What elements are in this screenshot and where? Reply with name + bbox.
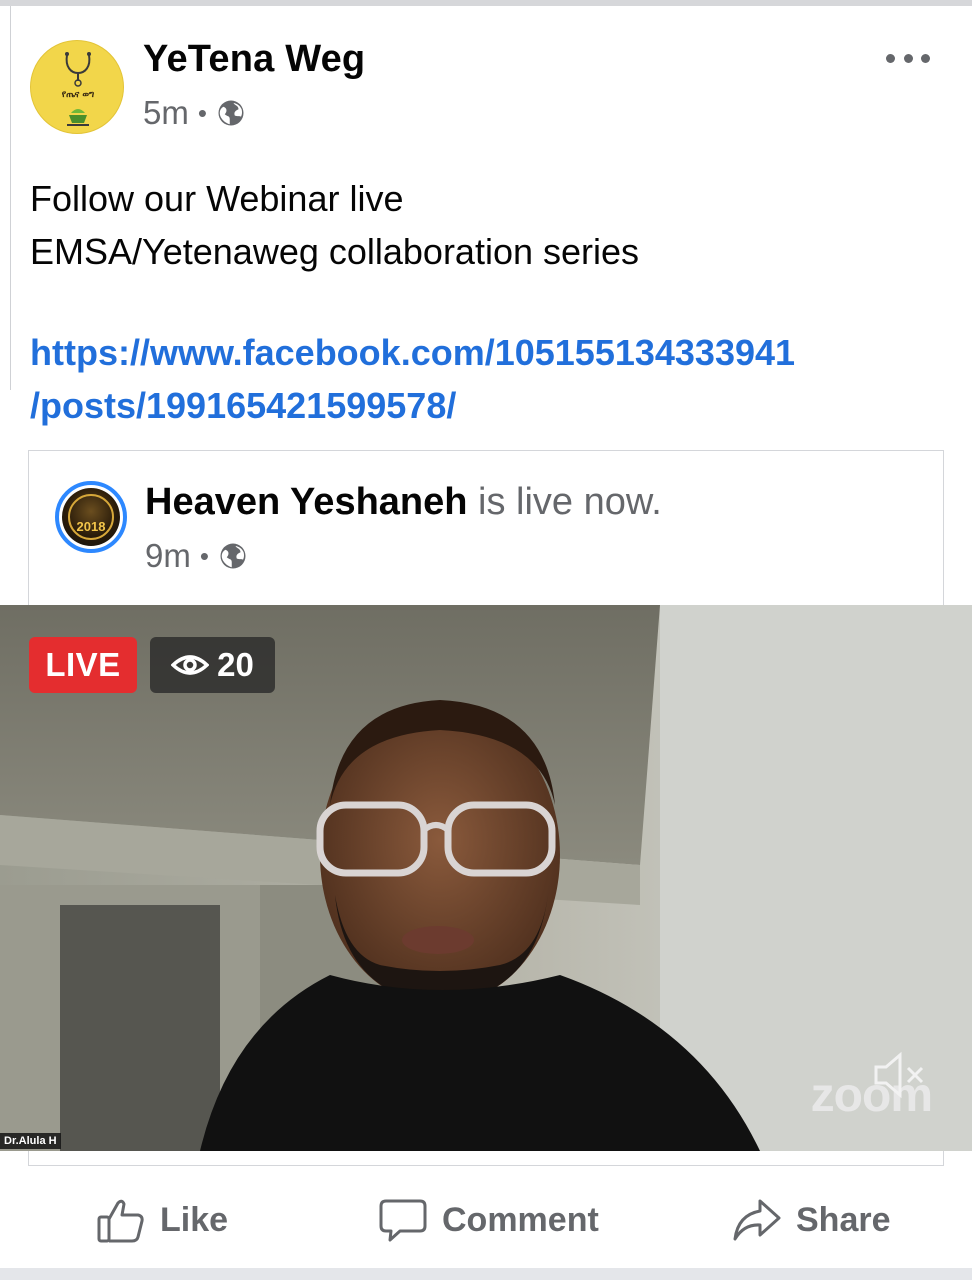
- page-avatar[interactable]: የጤና ወግ: [30, 40, 124, 134]
- post-link-line: https://www.facebook.com/105155134333941: [30, 332, 796, 373]
- dot: [903, 53, 913, 63]
- viewer-count-badge: 20: [150, 637, 275, 693]
- more-options-icon[interactable]: [886, 46, 930, 70]
- stethoscope-cup-logo-icon: የጤና ወግ: [62, 52, 95, 126]
- post-link-line: /posts/199165421599578/: [30, 385, 457, 426]
- muted-speaker-icon[interactable]: [872, 1051, 928, 1099]
- shared-title: Heaven Yeshaneh is live now.: [145, 481, 662, 524]
- shared-meta: 9m •: [145, 537, 248, 575]
- globe-icon: [220, 543, 246, 569]
- share-label: Share: [796, 1200, 891, 1239]
- comment-label: Comment: [442, 1200, 599, 1239]
- live-status: is live now.: [478, 481, 662, 523]
- meta-separator: •: [199, 540, 209, 571]
- avatar-image: 2018: [62, 488, 120, 546]
- shared-header: 2018 Heaven Yeshaneh is live now. 9m •: [29, 451, 943, 606]
- globe-icon: [218, 100, 244, 126]
- post-message: Follow our Webinar live EMSA/Yetenaweg c…: [30, 172, 942, 278]
- live-badge: LIVE: [29, 637, 137, 693]
- left-divider: [10, 6, 11, 390]
- top-divider: [0, 0, 972, 6]
- post-text-line: EMSA/Yetenaweg collaboration series: [30, 231, 640, 272]
- post-meta: 5m •: [143, 94, 246, 132]
- post-actions-bar: Like Comment Share: [0, 1180, 972, 1260]
- viewer-count: 20: [217, 646, 254, 683]
- dot: [886, 53, 895, 63]
- like-button[interactable]: Like: [96, 1192, 228, 1248]
- shared-time[interactable]: 9m: [145, 537, 191, 575]
- comment-button[interactable]: Comment: [378, 1192, 599, 1248]
- post-text-line: Follow our Webinar live: [30, 178, 404, 219]
- avatar-year: 2018: [76, 519, 106, 534]
- live-video[interactable]: LIVE 20 zoom Dr.Alula H: [0, 605, 972, 1151]
- speech-bubble-icon: [379, 1199, 427, 1242]
- like-label: Like: [160, 1200, 229, 1239]
- post-header: የጤና ወግ YeTena Weg 5m •: [30, 36, 942, 134]
- post-time[interactable]: 5m: [143, 94, 189, 132]
- live-avatar[interactable]: 2018: [55, 481, 127, 553]
- speaker-name-tag: Dr.Alula H: [0, 1133, 61, 1149]
- bottom-divider: [0, 1268, 972, 1280]
- share-arrow-icon: [733, 1199, 781, 1241]
- share-button[interactable]: Share: [732, 1192, 891, 1248]
- page-name[interactable]: YeTena Weg: [143, 38, 365, 81]
- thumbs-up-icon: [97, 1199, 144, 1243]
- live-user-name[interactable]: Heaven Yeshaneh: [145, 481, 467, 523]
- eye-icon: [171, 655, 210, 675]
- dot: [921, 53, 930, 63]
- meta-separator: •: [197, 97, 207, 128]
- avatar-text: የጤና ወግ: [62, 90, 95, 100]
- post-link[interactable]: https://www.facebook.com/105155134333941…: [30, 326, 942, 432]
